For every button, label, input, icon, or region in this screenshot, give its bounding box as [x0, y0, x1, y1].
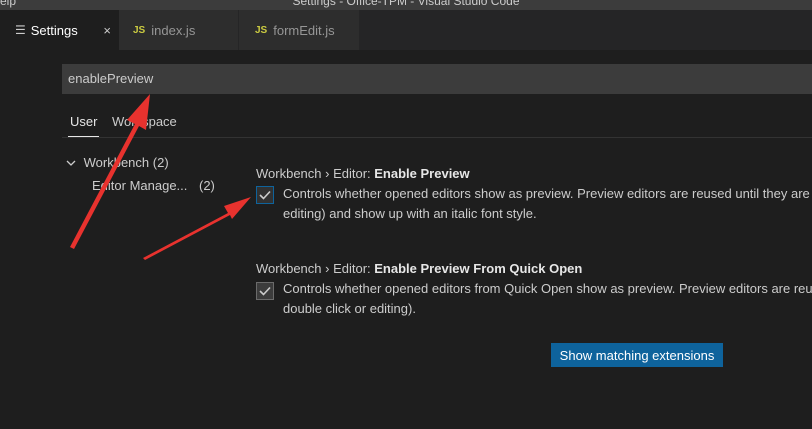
setting-description-line: double click or editing). [283, 301, 416, 316]
toc-workbench-count: (2) [152, 155, 169, 170]
enable-preview-checkbox[interactable] [256, 186, 274, 204]
setting-category: Workbench › Editor: [256, 166, 371, 181]
settings-search-input[interactable]: enablePreview [62, 64, 812, 94]
toc-editor-management[interactable]: Editor Manage... [92, 178, 187, 193]
window-title: Settings - Office-TPM - Visual Studio Co… [292, 0, 520, 8]
setting-name: Enable Preview From Quick Open [374, 261, 583, 276]
setting-category: Workbench › Editor: [256, 261, 371, 276]
toc-editor-management-count: (2) [199, 178, 215, 193]
tab-workspace[interactable]: Workspace [112, 114, 177, 129]
setting-description: Controls whether opened editors show as … [283, 184, 812, 224]
chevron-down-icon [66, 159, 80, 170]
setting-description-line: Controls whether opened editors from Qui… [283, 281, 812, 296]
setting-description: Controls whether opened editors from Qui… [283, 279, 812, 319]
tab-index-js-label: index.js [151, 22, 196, 38]
setting-title-enable-preview-quick-open: Workbench › Editor: Enable Preview From … [256, 261, 582, 276]
check-icon [259, 286, 271, 296]
setting-title-enable-preview: Workbench › Editor: Enable Preview [256, 166, 470, 181]
setting-name: Enable Preview [374, 166, 470, 181]
tab-form-edit-js[interactable]: JS formEdit.js [239, 10, 359, 50]
toc-workbench[interactable]: Workbench (2) [66, 155, 169, 170]
tab-form-edit-js-label: formEdit.js [273, 22, 335, 38]
setting-description-line: Controls whether opened editors show as … [283, 186, 812, 201]
js-file-icon: JS [255, 24, 268, 36]
title-bar: elp Settings - Office-TPM - Visual Studi… [0, 0, 812, 10]
toc-workbench-label: Workbench [83, 155, 150, 170]
toc-editor-management-label: Editor Manage... [92, 178, 188, 193]
annotation-arrow [143, 197, 251, 260]
settings-scope-tabs: User Workspace [62, 108, 812, 138]
tab-settings-label: Settings [30, 22, 78, 38]
settings-lines-icon: ☰ [15, 23, 26, 37]
show-matching-extensions-button[interactable]: Show matching extensions [551, 343, 723, 367]
js-file-icon: JS [133, 24, 146, 36]
setting-description-line: editing) and show up with an italic font… [283, 206, 537, 221]
check-icon [259, 190, 271, 200]
editor-tab-bar: ☰ Settings × JS index.js JS formEdit.js [0, 10, 812, 50]
tab-settings[interactable]: ☰ Settings × [0, 10, 119, 50]
close-icon[interactable]: × [103, 23, 111, 38]
enable-preview-quick-open-checkbox[interactable] [256, 282, 274, 300]
tab-user[interactable]: User [67, 114, 100, 137]
tab-index-js[interactable]: JS index.js [119, 10, 238, 50]
